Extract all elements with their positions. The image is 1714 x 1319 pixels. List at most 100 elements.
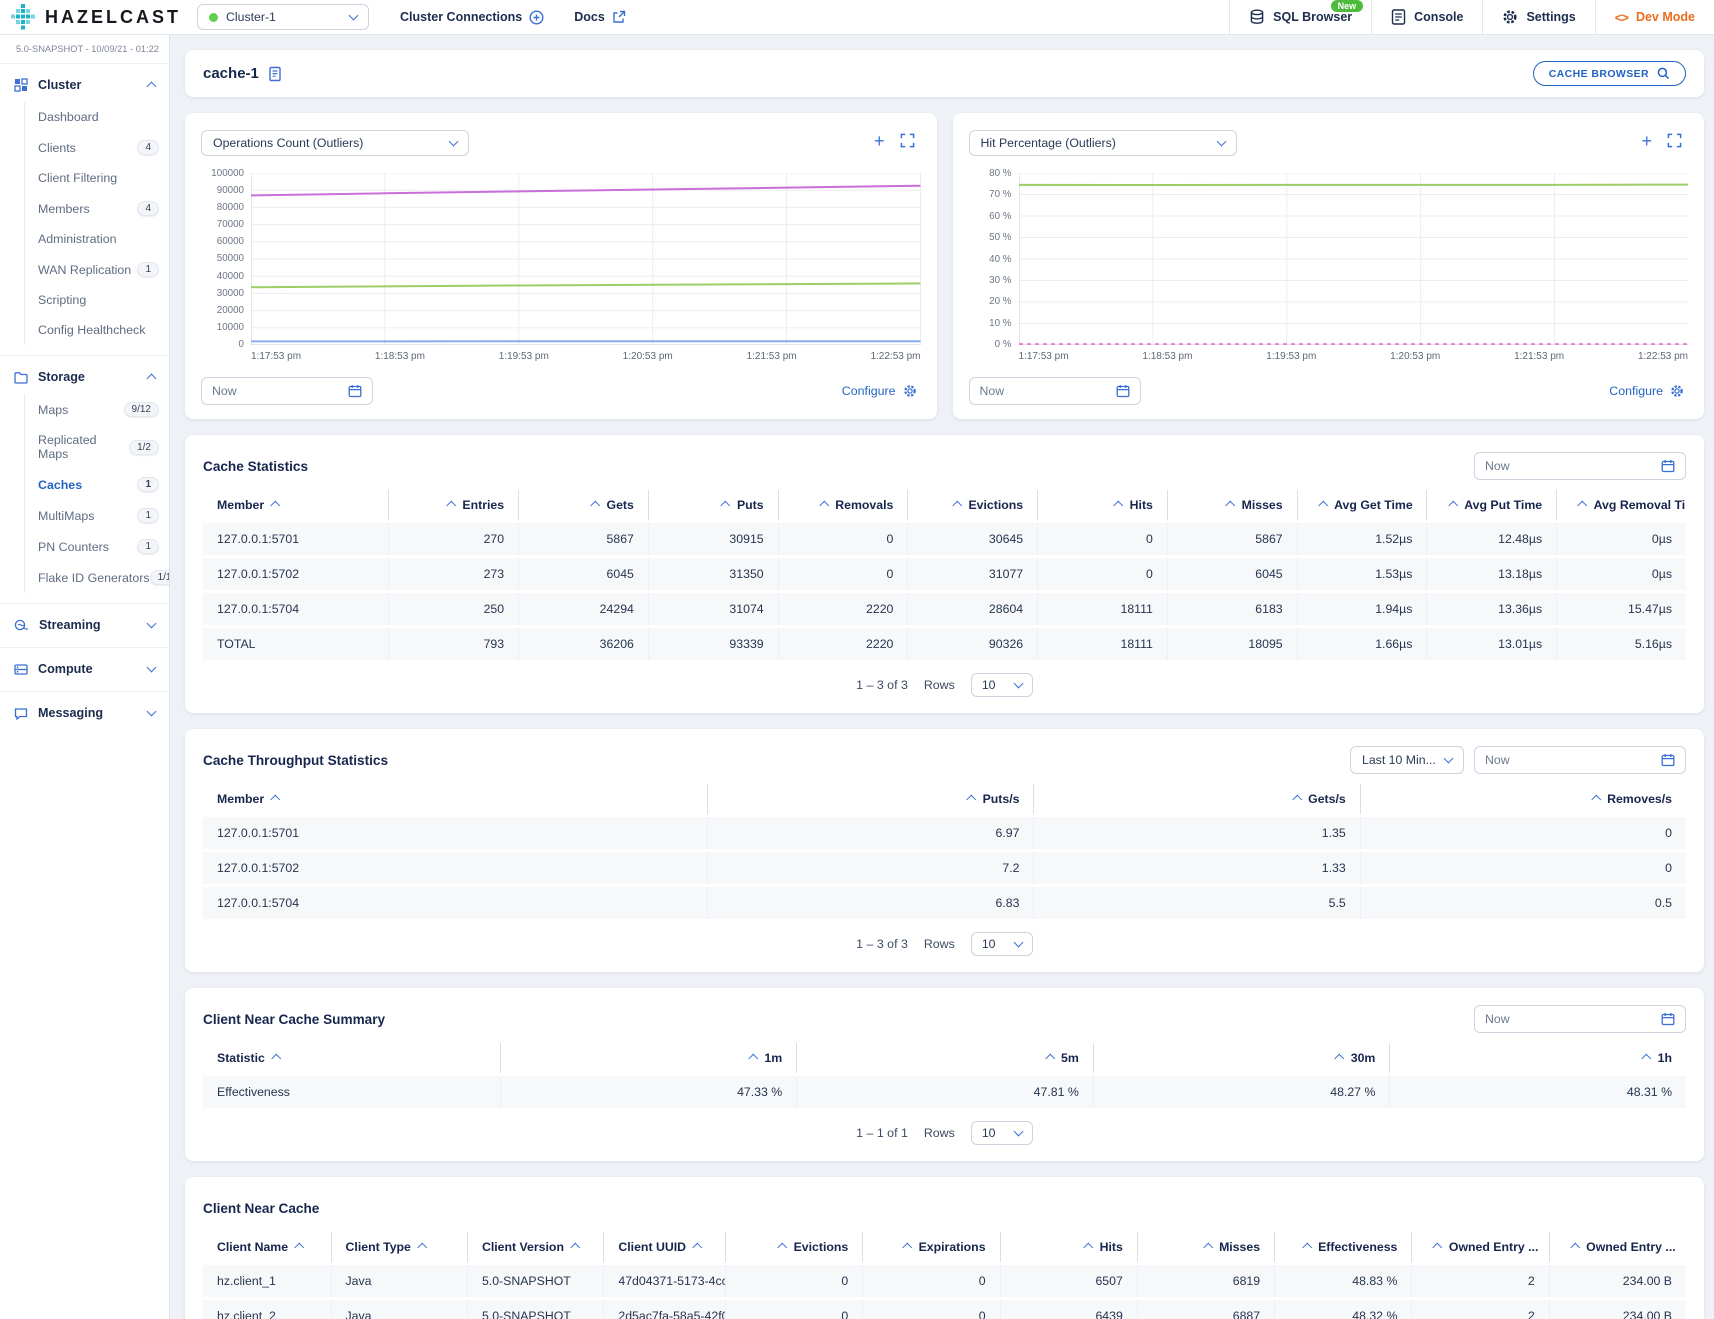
column-header-gets[interactable]: Gets (518, 490, 648, 520)
column-header-puts-s[interactable]: Puts/s (707, 784, 1033, 814)
time-picker-input[interactable]: Now (201, 377, 373, 405)
page-size-select[interactable]: 10 (971, 673, 1033, 697)
sidebar-item-caches[interactable]: Caches1 (25, 469, 169, 500)
column-header-expirations[interactable]: Expirations (862, 1232, 999, 1262)
column-header-avg-removal-time[interactable]: Avg Removal Time (1556, 490, 1686, 520)
sidebar-section-header-streaming[interactable]: Streaming (0, 609, 169, 641)
sidebar-item-scripting[interactable]: Scripting (25, 285, 169, 315)
table-row[interactable]: 127.0.0.1:570425024294310742220286041811… (203, 593, 1686, 625)
add-chart-icon[interactable]: + (874, 134, 885, 148)
column-header-1m[interactable]: 1m (500, 1043, 797, 1073)
column-header-client-version[interactable]: Client Version (467, 1232, 603, 1262)
column-header-owned-entry[interactable]: Owned Entry ... (1549, 1232, 1686, 1262)
column-header-removals[interactable]: Removals (778, 490, 908, 520)
column-header-misses[interactable]: Misses (1167, 490, 1297, 520)
time-picker-input[interactable]: Now (1474, 452, 1686, 480)
sidebar-item-dashboard[interactable]: Dashboard (25, 102, 169, 132)
time-picker-input[interactable]: Now (969, 377, 1141, 405)
console-button[interactable]: Console (1371, 0, 1482, 34)
table-row[interactable]: 127.0.0.1:5702273604531350031077060451.5… (203, 558, 1686, 590)
sidebar-item-members[interactable]: Members4 (25, 193, 169, 224)
column-header-avg-get-time[interactable]: Avg Get Time (1297, 490, 1427, 520)
table-row[interactable]: hz.client_2Java5.0-SNAPSHOT2d5ac7fa-58a5… (203, 1300, 1686, 1319)
dev-mode-button[interactable]: <> Dev Mode (1595, 0, 1714, 34)
cache-browser-button[interactable]: CACHE BROWSER (1533, 61, 1686, 86)
cell: 48.31 % (1389, 1076, 1686, 1108)
page-size-select[interactable]: 10 (971, 1121, 1033, 1145)
sidebar-section-header-compute[interactable]: Compute (0, 653, 169, 685)
column-header-evictions[interactable]: Evictions (725, 1232, 862, 1262)
fullscreen-icon[interactable] (900, 133, 915, 148)
sidebar-section-header-cluster[interactable]: Cluster (0, 69, 169, 101)
column-header-gets-s[interactable]: Gets/s (1033, 784, 1359, 814)
column-header-puts[interactable]: Puts (648, 490, 778, 520)
sort-caret-icon (953, 500, 962, 509)
time-picker-input[interactable]: Now (1474, 746, 1686, 774)
column-header-client-name[interactable]: Client Name (203, 1232, 331, 1262)
cell: 127.0.0.1:5701 (203, 817, 707, 849)
page-size-select[interactable]: 10 (971, 932, 1033, 956)
table-row[interactable]: 127.0.0.1:5701270586730915030645058671.5… (203, 523, 1686, 555)
column-header-5m[interactable]: 5m (796, 1043, 1093, 1073)
column-header-member[interactable]: Member (203, 490, 388, 520)
column-header-misses[interactable]: Misses (1137, 1232, 1274, 1262)
table-header: Statistic1m5m30m1h (203, 1043, 1686, 1073)
cell: 6183 (1167, 593, 1297, 625)
sidebar-section-header-storage[interactable]: Storage (0, 361, 169, 393)
column-header-effectiveness[interactable]: Effectiveness (1274, 1232, 1411, 1262)
configure-link[interactable]: Configure (842, 384, 921, 398)
sidebar-item-pn-counters[interactable]: PN Counters1 (25, 531, 169, 562)
table-row[interactable]: 127.0.0.1:57016.971.350 (203, 817, 1686, 849)
sidebar-item-multimaps[interactable]: MultiMaps1 (25, 500, 169, 531)
metric-select-hit-percentage[interactable]: Hit Percentage (Outliers) (969, 130, 1237, 156)
docs-link[interactable]: Docs (559, 0, 641, 34)
sidebar-item-client-filtering[interactable]: Client Filtering (25, 163, 169, 193)
sidebar-item-flake-id-generators[interactable]: Flake ID Generators1/1 (25, 562, 169, 593)
sidebar-section-header-messaging[interactable]: Messaging (0, 697, 169, 729)
sidebar-item-replicated-maps[interactable]: Replicated Maps1/2 (25, 425, 169, 469)
column-header-evictions[interactable]: Evictions (907, 490, 1037, 520)
copy-document-icon[interactable] (268, 66, 282, 82)
table-row[interactable]: hz.client_1Java5.0-SNAPSHOT47d04371-5173… (203, 1265, 1686, 1297)
sidebar-item-clients[interactable]: Clients4 (25, 132, 169, 163)
sort-caret-icon (571, 1242, 580, 1251)
calendar-icon (348, 384, 362, 398)
fullscreen-icon[interactable] (1667, 133, 1682, 148)
y-tick-label: 40 % (989, 254, 1011, 265)
sidebar-item-label: Dashboard (38, 110, 99, 124)
table-row[interactable]: 127.0.0.1:57027.21.330 (203, 852, 1686, 884)
sidebar-item-config-healthcheck[interactable]: Config Healthcheck (25, 315, 169, 345)
column-header-30m[interactable]: 30m (1093, 1043, 1390, 1073)
sidebar-item-wan-replication[interactable]: WAN Replication1 (25, 254, 169, 285)
column-header-owned-entry[interactable]: Owned Entry ... (1411, 1232, 1548, 1262)
column-header-1h[interactable]: 1h (1389, 1043, 1686, 1073)
dev-mode-label: Dev Mode (1636, 10, 1695, 24)
time-picker-input[interactable]: Now (1474, 1005, 1686, 1033)
column-header-client-type[interactable]: Client Type (331, 1232, 467, 1262)
y-tick-label: 90000 (217, 185, 244, 196)
column-header-hits[interactable]: Hits (1000, 1232, 1137, 1262)
configure-link[interactable]: Configure (1609, 384, 1688, 398)
column-header-entries[interactable]: Entries (388, 490, 518, 520)
column-header-removes-s[interactable]: Removes/s (1360, 784, 1686, 814)
add-chart-icon[interactable]: + (1641, 134, 1652, 148)
table-row[interactable]: TOTAL793362069333922209032618111180951.6… (203, 628, 1686, 660)
interval-select[interactable]: Last 10 Min... (1350, 746, 1464, 774)
sidebar-item-administration[interactable]: Administration (25, 224, 169, 254)
charts-row: Operations Count (Outliers) + 1000009000… (185, 113, 1704, 419)
sql-browser-button[interactable]: New SQL Browser (1229, 0, 1371, 34)
settings-button[interactable]: Settings (1482, 0, 1594, 34)
cluster-connections-link[interactable]: Cluster Connections (385, 0, 559, 34)
column-header-avg-put-time[interactable]: Avg Put Time (1426, 490, 1556, 520)
sidebar-item-maps[interactable]: Maps9/12 (25, 394, 169, 425)
table-row[interactable]: 127.0.0.1:57046.835.50.5 (203, 887, 1686, 919)
metric-select-operations[interactable]: Operations Count (Outliers) (201, 130, 469, 156)
cluster-selector[interactable]: Cluster-1 (197, 4, 369, 30)
column-header-hits[interactable]: Hits (1037, 490, 1167, 520)
column-header-member[interactable]: Member (203, 784, 707, 814)
column-header-statistic[interactable]: Statistic (203, 1043, 500, 1073)
column-label: Gets/s (1308, 792, 1346, 806)
brand[interactable]: HAZELCAST (0, 0, 197, 34)
table-row[interactable]: Effectiveness47.33 %47.81 %48.27 %48.31 … (203, 1076, 1686, 1108)
column-header-client-uuid[interactable]: Client UUID (603, 1232, 725, 1262)
